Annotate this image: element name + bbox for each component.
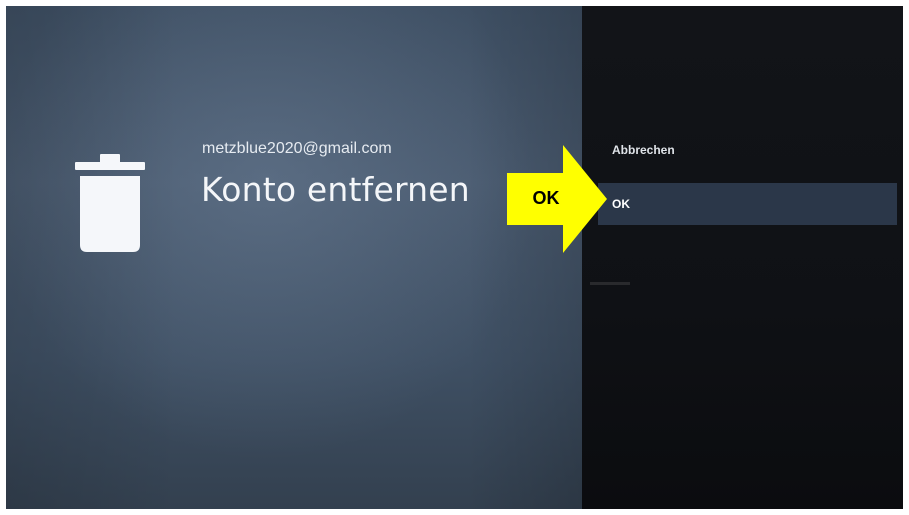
cancel-button[interactable]: Abbrechen [598, 138, 897, 162]
dialog-content-pane [6, 6, 582, 509]
trash-icon [75, 154, 145, 252]
annotation-label: OK [532, 188, 560, 208]
account-email: metzblue2020@gmail.com [202, 140, 392, 157]
tv-screen [6, 6, 903, 509]
ok-button[interactable]: OK [598, 183, 897, 225]
screen-glare [590, 282, 630, 285]
page-title: Konto entfernen [201, 170, 470, 209]
action-menu-pane [582, 6, 903, 509]
